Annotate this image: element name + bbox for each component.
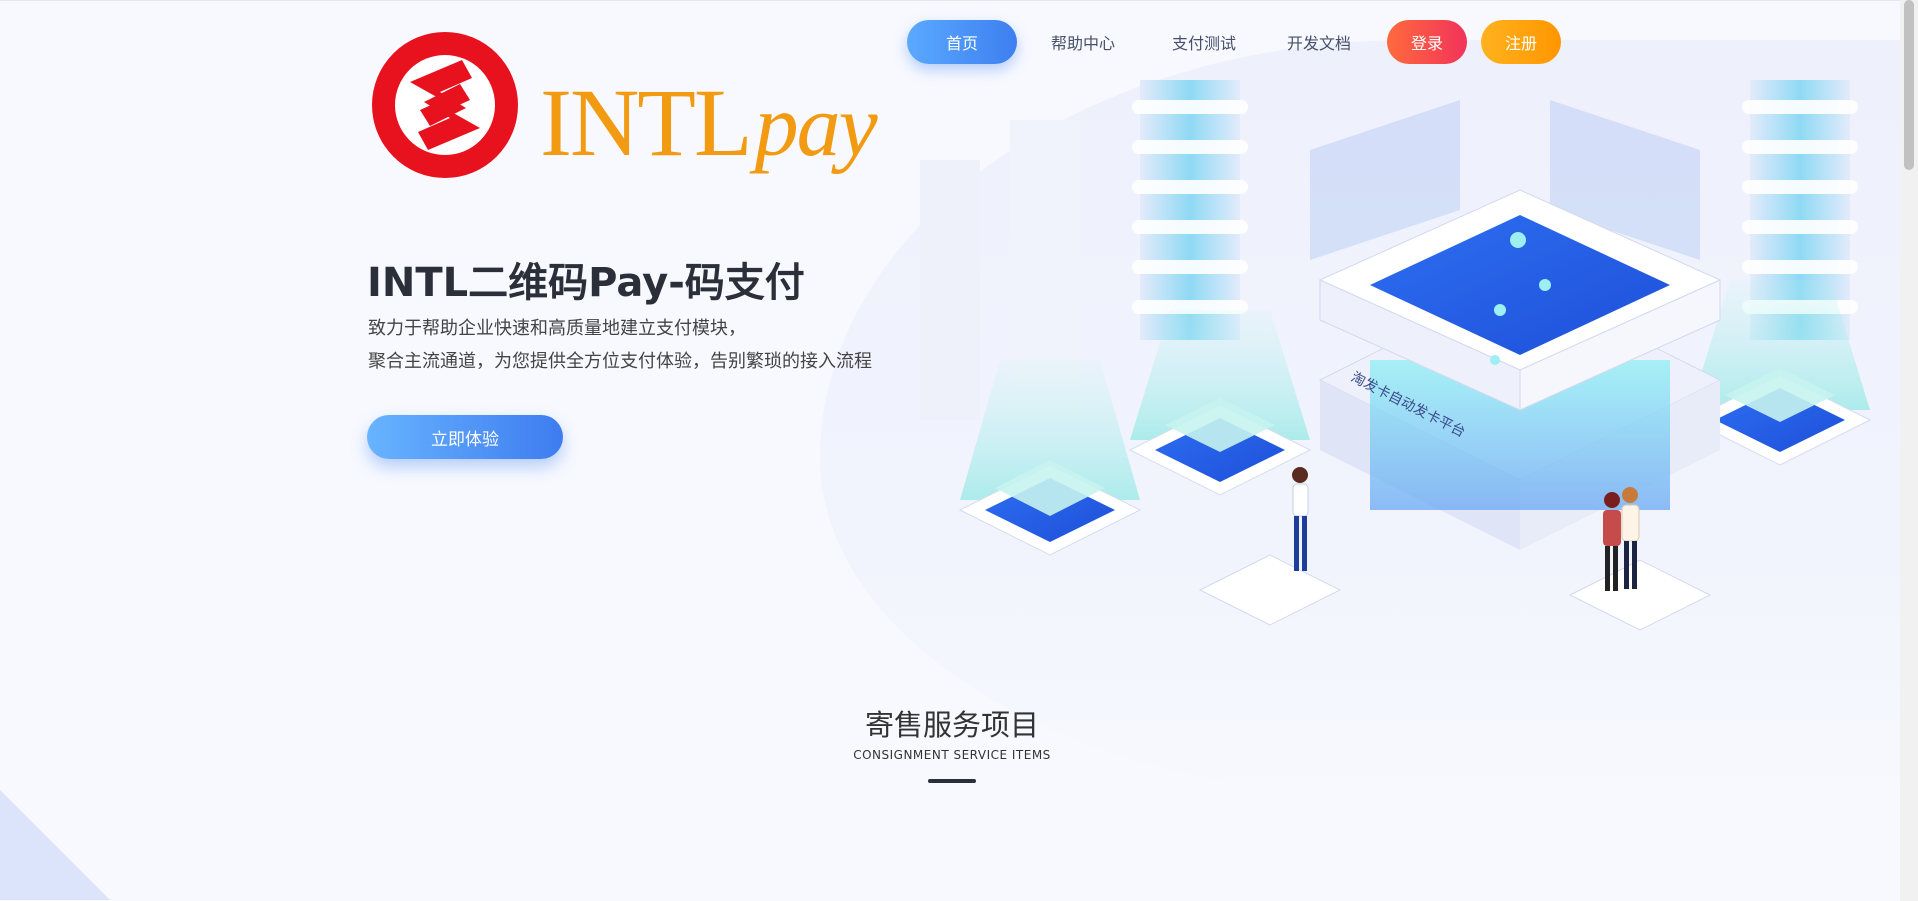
server-pillar-left [1132,80,1248,340]
site-logo[interactable]: INTLpay [370,30,910,185]
bubble [1494,304,1506,316]
register-button[interactable]: 注册 [1481,20,1561,64]
hero-description-line-1: 致力于帮助企业快速和高质量地建立支付模块， [368,318,746,339]
person-figure [1292,467,1309,571]
logo-mark-icon [372,32,518,178]
hero-description-line-2: 聚合主流通道，为您提供全方位支付体验，告别繁琐的接入流程 [368,351,872,372]
nav-payment-test[interactable]: 支付测试 [1149,20,1259,64]
nav-help-center[interactable]: 帮助中心 [1019,20,1147,64]
logo-wordmark: INTLpay [540,68,878,178]
bubble [1510,232,1526,248]
logo-word-italic: pay [754,78,878,175]
page: INTLpay 首页 帮助中心 支付测试 开发文档 登录 注册 INTL二维码P… [0,0,1900,901]
floor-block [1198,554,1342,626]
corner-decoration [0,790,110,900]
nav-dev-docs[interactable]: 开发文档 [1259,20,1379,64]
main-nav: 首页 帮助中心 支付测试 开发文档 登录 注册 [907,20,1561,64]
try-now-button[interactable]: 立即体验 [367,415,563,459]
nav-home[interactable]: 首页 [907,20,1017,64]
section-underline [928,779,976,783]
hero-illustration: 淘发卡自动发卡平台 [920,80,1872,631]
top-divider [0,0,1900,1]
bg-tower [920,160,980,420]
logo-word-text: INTL [540,69,753,176]
section-title: 寄售服务项目 [864,708,1039,742]
login-button[interactable]: 登录 [1387,20,1467,64]
bubble [1539,279,1551,291]
scrollbar-thumb[interactable] [1904,0,1914,170]
section-subtitle: CONSIGNMENT SERVICE ITEMS [853,748,1051,762]
bubble [1490,355,1500,365]
small-platform [958,360,1142,556]
floor-block [1568,559,1712,631]
hero-title: INTL二维码Pay-码支付 [367,260,805,306]
page-scrollbar[interactable] [1900,0,1918,901]
